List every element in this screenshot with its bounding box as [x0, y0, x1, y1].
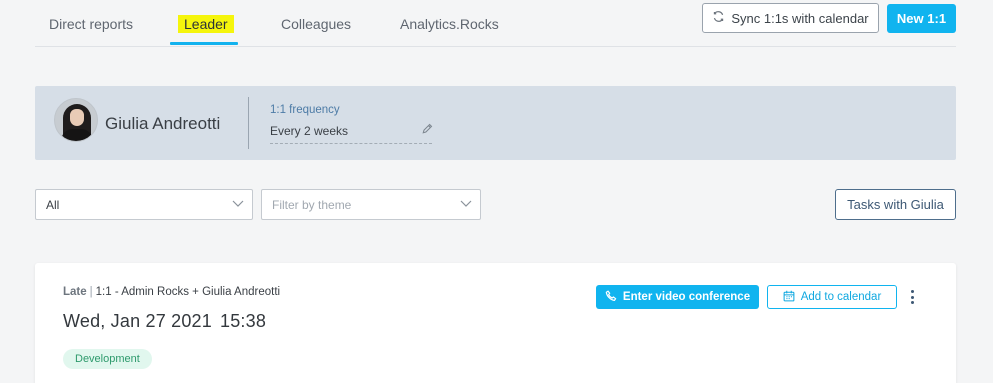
tab-label: Direct reports: [49, 16, 134, 32]
leader-profile-card: Giulia Andreotti 1:1 frequency Every 2 w…: [35, 86, 956, 160]
video-conference-label: Enter video conference: [622, 291, 751, 303]
theme-tag: Development: [63, 349, 152, 369]
tasks-button[interactable]: Tasks with Giulia: [835, 189, 956, 220]
meeting-time: 15:38: [219, 311, 267, 331]
divider: [248, 97, 249, 149]
avatar: [54, 98, 98, 142]
leader-name: Giulia Andreotti: [105, 114, 221, 133]
tab-direct-reports[interactable]: Direct reports: [49, 16, 133, 32]
pencil-icon[interactable]: [421, 123, 433, 138]
theme-filter-placeholder: Filter by theme: [272, 197, 352, 212]
tasks-button-label: Tasks with Giulia: [847, 197, 944, 212]
meeting-card[interactable]: Late | 1:1 - Admin Rocks + Giulia Andreott…: [35, 263, 956, 383]
add-to-calendar-label: Add to calendar: [800, 291, 882, 303]
tab-analytics-rocks[interactable]: Analytics.Rocks: [400, 16, 499, 32]
new-one-on-one-label: New 1:1: [896, 11, 947, 26]
meeting-datetime: Wed, Jan 27 2021 15:38: [63, 311, 266, 332]
sync-icon: [712, 10, 725, 26]
status-badge: Late: [63, 286, 87, 298]
chevron-down-icon: [460, 200, 472, 207]
meeting-meta: Late | 1:1 - Admin Rocks + Giulia Andreott…: [63, 286, 281, 298]
enter-video-conference-button[interactable]: Enter video conference: [596, 285, 759, 309]
tab-label: Leader: [178, 15, 234, 33]
tab-label: Colleagues: [281, 16, 352, 32]
chevron-down-icon: [232, 200, 244, 207]
theme-filter-select[interactable]: Filter by theme: [261, 189, 481, 220]
new-one-on-one-button[interactable]: New 1:1: [887, 4, 956, 33]
meeting-title: 1:1 - Admin Rocks + Giulia Andreotti: [95, 286, 281, 298]
tab-leader[interactable]: Leader: [178, 15, 234, 33]
sync-calendar-label: Sync 1:1s with calendar: [731, 10, 869, 26]
scope-select[interactable]: All: [35, 189, 253, 220]
phone-icon: [605, 289, 617, 305]
active-tab-indicator: [170, 42, 238, 45]
sync-calendar-button[interactable]: Sync 1:1s with calendar: [702, 3, 879, 33]
kebab-menu-icon[interactable]: [907, 287, 917, 307]
tab-label: Analytics.Rocks: [400, 16, 499, 32]
meeting-date: Wed, Jan 27 2021: [63, 311, 212, 331]
scope-select-value: All: [46, 197, 60, 212]
tab-colleagues[interactable]: Colleagues: [281, 16, 351, 32]
frequency-value[interactable]: Every 2 weeks: [270, 124, 432, 144]
add-to-calendar-button[interactable]: Add to calendar: [767, 285, 897, 309]
frequency-label: 1:1 frequency: [270, 104, 340, 116]
calendar-icon: [783, 290, 795, 305]
